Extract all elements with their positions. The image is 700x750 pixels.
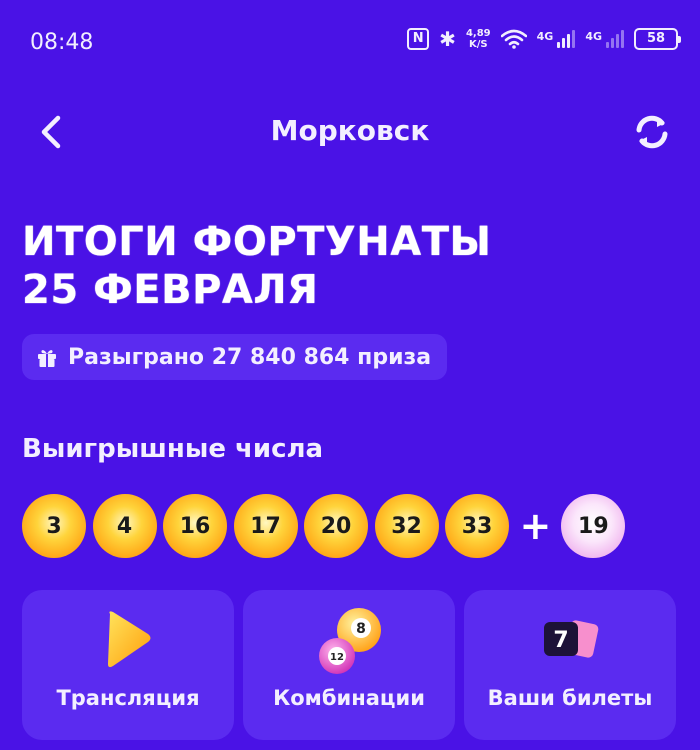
results-title-line1: ИТОГИ ФОРТУНАТЫ [22, 219, 492, 265]
number-ball: 17 [233, 494, 298, 558]
gift-icon [38, 350, 56, 367]
speed-value: 4,89 [465, 28, 491, 39]
wifi-icon [500, 29, 527, 49]
winning-numbers-heading: Выигрышные числа [22, 434, 324, 464]
svg-text:8: 8 [356, 621, 366, 637]
number-ball: 4 [92, 494, 157, 558]
action-cards: Трансляция 8 12 Комбинации 7 Ваши билеты [22, 590, 676, 740]
cellular-signal-2: 4G [585, 30, 624, 48]
status-bar: 08:48 N ✱ 4,89 K/S 4G 4G 58 [0, 0, 700, 80]
your-tickets-card[interactable]: 7 Ваши билеты [464, 590, 676, 740]
combinations-card[interactable]: 8 12 Комбинации [243, 590, 455, 740]
results-title-line2: 25 ФЕВРАЛЯ [22, 267, 319, 313]
ticket-icon: 7 [544, 620, 599, 658]
speed-unit: K/S [468, 39, 488, 50]
ticket-count: 7 [553, 628, 568, 653]
nfc-icon: N [407, 28, 430, 50]
refresh-button[interactable] [630, 110, 674, 154]
play-icon [108, 611, 151, 668]
bluetooth-icon: ✱ [439, 27, 456, 51]
status-icons: N ✱ 4,89 K/S 4G 4G 58 [407, 27, 681, 51]
battery-icon: 58 [634, 28, 681, 50]
network-speed: 4,89 K/S [466, 28, 491, 50]
winning-numbers-row: 3 4 16 17 20 32 33 + 19 [22, 494, 632, 558]
number-ball: 20 [304, 494, 368, 558]
page-title: Морковск [270, 114, 430, 147]
lottery-balls-icon: 8 12 [319, 608, 381, 674]
prizes-badge: Разыграно 27 840 864 приза [22, 334, 448, 380]
prizes-count-text: Разыграно 27 840 864 приза [68, 344, 432, 370]
results-title: ИТОГИ ФОРТУНАТЫ 25 ФЕВРАЛЯ [22, 218, 491, 314]
status-time: 08:48 [30, 30, 94, 55]
number-ball: 32 [374, 494, 439, 558]
broadcast-label: Трансляция [56, 686, 200, 710]
number-ball: 16 [163, 494, 227, 558]
bonus-number-ball: 19 [561, 494, 626, 558]
number-ball: 3 [22, 494, 86, 558]
svg-text:12: 12 [330, 652, 344, 663]
combinations-label: Комбинации [273, 686, 425, 710]
network-type-2: 4G [585, 30, 602, 43]
refresh-icon [636, 115, 668, 149]
plus-sign: + [519, 504, 552, 548]
network-type-1: 4G [536, 30, 554, 43]
broadcast-card[interactable]: Трансляция [22, 590, 234, 740]
number-ball: 33 [445, 494, 509, 558]
your-tickets-label: Ваши билеты [487, 686, 653, 710]
cellular-signal-1: 4G [537, 30, 576, 48]
